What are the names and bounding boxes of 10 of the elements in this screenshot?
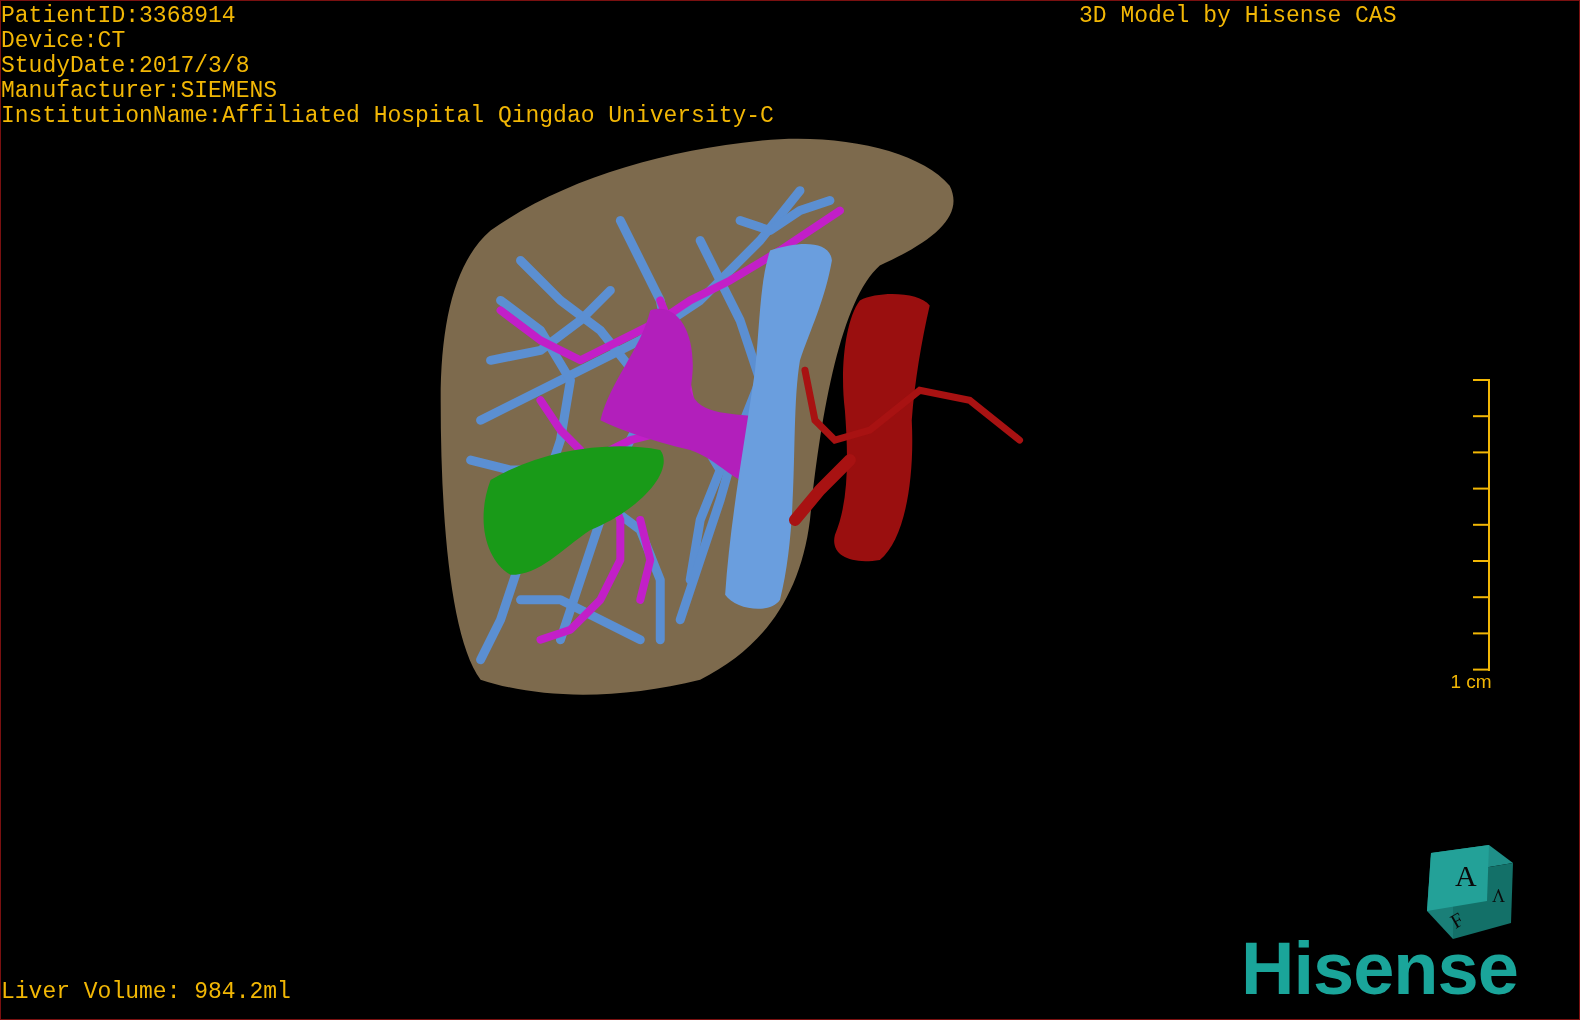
viewer-title: 3D Model by Hisense CAS xyxy=(1079,4,1397,29)
liver-volume-text: Liver Volume: 984.2ml xyxy=(1,980,291,1005)
info-text: Device:CT xyxy=(1,29,126,54)
scale-label: 1 cm xyxy=(1450,671,1492,693)
info-text: PatientID:3368914 xyxy=(1,4,236,29)
info-text: InstitutionName:Affiliated Hospital Qingdao University-C xyxy=(1,104,774,129)
cube-face-label: A xyxy=(1455,859,1477,892)
cube-face-label: V xyxy=(1492,885,1505,905)
info-text: StudyDate:2017/3/8 xyxy=(1,54,250,79)
info-text: Manufacturer:SIEMENS xyxy=(1,79,278,104)
